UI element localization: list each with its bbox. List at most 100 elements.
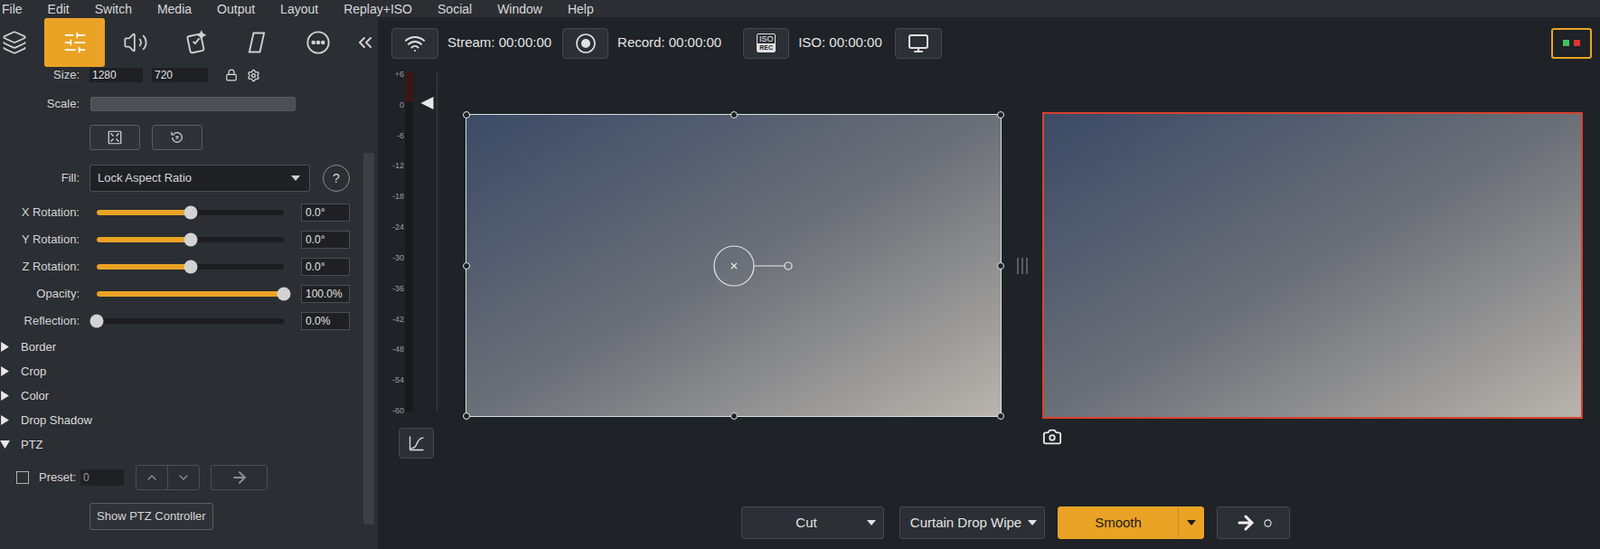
section-header[interactable]: Border [0, 334, 364, 359]
collapsed-triangle-icon[interactable] [0, 414, 10, 425]
small-circle-icon [1263, 518, 1272, 528]
lock-icon[interactable] [225, 68, 238, 82]
menu-item[interactable]: Edit [47, 2, 70, 16]
audio-settings-button[interactable] [398, 427, 434, 459]
preset-field[interactable]: 0 [80, 469, 124, 486]
menu-item[interactable]: Help [567, 2, 594, 16]
status-lights[interactable] [1551, 28, 1592, 59]
effects-icon [183, 29, 209, 56]
properties-panel: Size:1280720Scale:Fill:Lock Aspect Ratio… [0, 17, 378, 549]
menu-item[interactable]: Output [216, 2, 255, 16]
menu-item[interactable]: Switch [94, 2, 132, 16]
menu-item[interactable]: File [1, 2, 23, 16]
iso-record-button[interactable]: ISOREC [743, 28, 790, 59]
slider-label: Y Rotation: [0, 230, 80, 249]
resize-handle[interactable] [462, 262, 471, 270]
slider-value-field[interactable]: 100.0% [301, 284, 350, 303]
collapse-panel-button[interactable] [352, 24, 378, 61]
fill-dropdown[interactable]: Lock Aspect Ratio [89, 164, 311, 192]
show-ptz-row: Show PTZ Controller [0, 502, 364, 530]
panel-scrollbar[interactable] [363, 67, 378, 549]
transition-split-button[interactable]: Smooth [1057, 506, 1205, 539]
transition-dropdown[interactable]: Curtain Drop Wipe [899, 506, 1045, 539]
slider-track[interactable] [96, 291, 284, 297]
app-window: File Edit Switch Media Output Layout Replay+IS… [0, 0, 1600, 549]
resize-handle[interactable] [997, 111, 1005, 119]
menu-item[interactable]: Replay+ISO [343, 2, 413, 16]
menu-item[interactable]: Social [437, 2, 472, 16]
slider-value-field[interactable]: 0.0% [301, 311, 350, 330]
resize-handle[interactable] [462, 111, 471, 119]
preset-go-button[interactable] [210, 464, 268, 490]
slider-track[interactable] [96, 318, 284, 324]
snapshot-camera-icon[interactable] [1042, 426, 1063, 447]
panel-tab[interactable] [226, 18, 288, 67]
slider-value-field[interactable]: 0.0° [301, 203, 350, 222]
fit-button[interactable] [89, 124, 141, 151]
height-field[interactable]: 720 [151, 67, 208, 83]
slider-thumb[interactable] [277, 287, 292, 302]
collapsed-triangle-icon[interactable] [0, 390, 10, 401]
menu-item[interactable]: Window [497, 2, 543, 16]
drag-handle-icon[interactable] [1016, 257, 1029, 274]
resize-handle[interactable] [730, 111, 738, 119]
section-header[interactable]: Drop Shadow [0, 407, 364, 433]
slider-track[interactable] [96, 236, 284, 243]
stream-button[interactable] [391, 28, 439, 59]
status-light [1562, 39, 1570, 47]
panel-tab[interactable] [166, 18, 227, 67]
section-header[interactable]: Color [0, 383, 364, 408]
volume-fader[interactable] [413, 71, 438, 412]
resize-handle[interactable] [730, 412, 738, 420]
reset-button[interactable] [151, 124, 203, 151]
scrollbar-thumb[interactable] [363, 152, 375, 525]
width-field[interactable]: 1280 [89, 67, 143, 83]
preset-checkbox[interactable] [16, 470, 29, 484]
panel-tab[interactable] [287, 18, 349, 67]
show-ptz-controller-button[interactable]: Show PTZ Controller [89, 502, 214, 530]
slider-value-field[interactable]: 0.0° [301, 230, 350, 249]
take-button[interactable] [1216, 506, 1290, 539]
audio-curve-icon [407, 433, 426, 452]
resize-handle[interactable] [462, 412, 471, 420]
meter-tick: -54 [391, 374, 405, 386]
transition-dropdown[interactable]: Cut [741, 506, 885, 539]
resize-handle[interactable] [997, 412, 1005, 420]
panel-tab[interactable] [0, 18, 45, 67]
preset-down-button[interactable] [168, 465, 199, 490]
slider-track[interactable] [96, 263, 284, 270]
section-header[interactable]: Crop [0, 358, 364, 384]
preset-up-button[interactable] [136, 465, 169, 490]
slider-label: Z Rotation: [0, 257, 80, 276]
expanded-triangle-icon[interactable] [0, 439, 10, 450]
collapsed-triangle-icon[interactable] [0, 341, 10, 352]
slider-value-field[interactable]: 0.0° [301, 257, 350, 276]
record-button[interactable] [562, 28, 609, 59]
collapsed-triangle-icon[interactable] [0, 366, 10, 377]
slider-thumb[interactable] [90, 314, 104, 329]
slider-thumb[interactable] [183, 233, 198, 247]
slider-thumb[interactable] [183, 206, 198, 220]
panel-tab[interactable] [44, 18, 105, 67]
meter-tick: -60 [391, 404, 405, 416]
transition-bar: Cut Curtain Drop Wipe Smooth [377, 497, 1600, 549]
transition-menu-toggle[interactable] [1177, 507, 1204, 538]
transition-label: Curtain Drop Wipe [907, 512, 1025, 534]
resize-handle[interactable] [997, 262, 1005, 270]
panel-tab[interactable] [104, 18, 166, 67]
menu-item[interactable]: Media [157, 2, 192, 16]
slider-track[interactable] [96, 209, 284, 216]
multiview-button[interactable] [894, 28, 942, 59]
transition-label: Smooth [1058, 512, 1178, 534]
preview-monitor[interactable] [465, 113, 1002, 417]
gear-icon[interactable] [246, 68, 261, 83]
volume-marker-icon[interactable] [420, 96, 434, 110]
slider-thumb[interactable] [183, 260, 198, 274]
dropdown-arrow-icon [291, 175, 301, 181]
monitor-divider[interactable] [1001, 68, 1043, 498]
section-header[interactable]: PTZ [0, 432, 364, 457]
help-button[interactable]: ? [322, 164, 350, 192]
rotation-handle-icon[interactable] [711, 243, 802, 289]
menu-item[interactable]: Layout [280, 2, 319, 16]
chevron-down-icon [176, 470, 191, 485]
